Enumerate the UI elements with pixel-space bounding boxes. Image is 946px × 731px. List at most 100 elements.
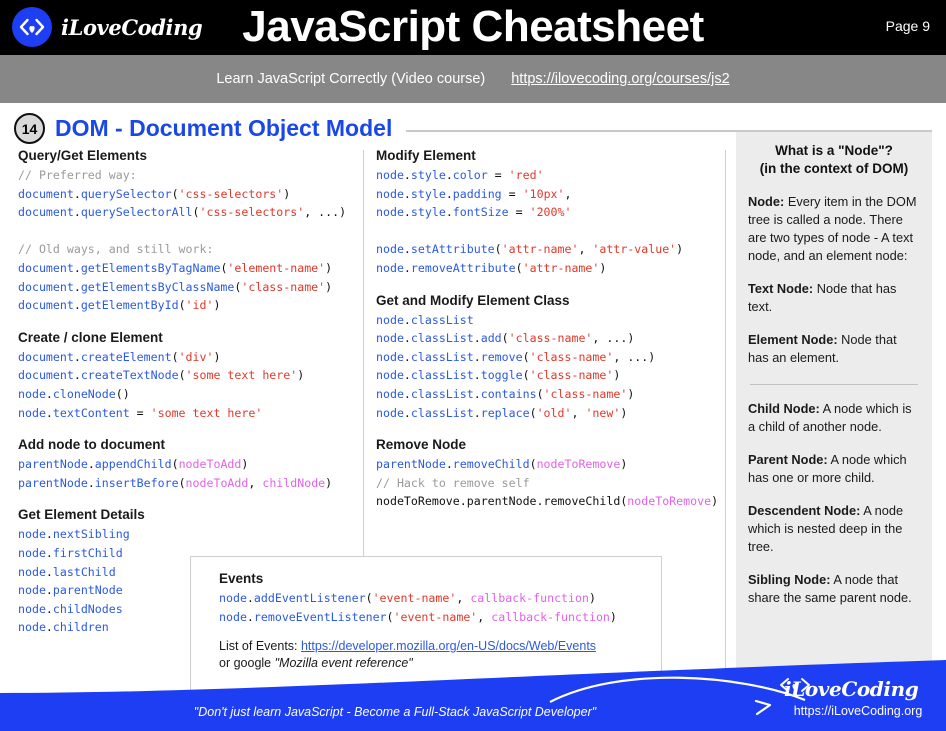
- code-token: // Preferred way:: [18, 168, 137, 182]
- code-token: 'class-name': [544, 387, 628, 401]
- code-token: style: [411, 205, 446, 219]
- code-line: document.getElementsByTagName('element-n…: [18, 259, 358, 278]
- code-group: Query/Get Elements // Preferred way: docum…: [18, 148, 358, 315]
- code-token: 'event-name': [373, 591, 457, 605]
- group-heading: Remove Node: [376, 437, 726, 452]
- events-code-block: node.addEventListener('event-name', call…: [219, 589, 661, 626]
- code-line: parentNode.insertBefore(nodeToAdd, child…: [18, 474, 358, 493]
- code-line: // Preferred way:: [18, 166, 358, 185]
- sidebar-entry-term: Element Node:: [748, 332, 838, 347]
- sidebar-entry-list: Node: Every item in the DOM tree is call…: [748, 193, 920, 607]
- code-token: document: [18, 205, 74, 219]
- code-token: '10px': [523, 187, 565, 201]
- code-token: 'class-name': [241, 280, 325, 294]
- code-token: .: [74, 298, 81, 312]
- code-token: .: [74, 280, 81, 294]
- code-token: , ...): [613, 350, 655, 364]
- code-token: (: [172, 187, 179, 201]
- footer-brand-logo: iLoveCoding: [778, 677, 918, 701]
- code-token: 'attr-name': [523, 261, 600, 275]
- mozilla-events-link[interactable]: https://developer.mozilla.org/en-US/docs…: [301, 639, 596, 653]
- sidebar-entry-term: Child Node:: [748, 401, 820, 416]
- sidebar-entry: Element Node: Node that has an element.: [748, 331, 920, 367]
- page-number: Page 9: [886, 18, 930, 34]
- code-token: (: [193, 205, 200, 219]
- code-token: removeChild: [453, 457, 530, 471]
- code-line: node.classList.contains('class-name'): [376, 385, 726, 404]
- sidebar-title-line2: (in the context of DOM): [748, 160, 920, 178]
- sidebar-entry-term: Parent Node:: [748, 452, 828, 467]
- code-token: .: [474, 368, 481, 382]
- code-token: =: [502, 187, 523, 201]
- code-token: .: [46, 602, 53, 616]
- code-block: // Preferred way:document.querySelector(…: [18, 166, 358, 315]
- code-token: .: [474, 331, 481, 345]
- code-block: parentNode.removeChild(nodeToRemove) // H…: [376, 455, 726, 511]
- code-token: childNodes: [53, 602, 123, 616]
- code-token: .: [74, 350, 81, 364]
- code-token: .: [404, 205, 411, 219]
- sidebar-entry: Sibling Node: A node that share the same…: [748, 571, 920, 607]
- code-token: .: [474, 387, 481, 401]
- events-list-label: List of Events:: [219, 639, 301, 653]
- events-heading: Events: [219, 571, 661, 586]
- code-token: .: [446, 457, 453, 471]
- code-token: contains: [481, 387, 537, 401]
- code-token: .: [74, 205, 81, 219]
- code-token: 'class-name': [509, 331, 593, 345]
- code-group: Create / clone Elementdocument.createEle…: [18, 330, 358, 422]
- sidebar-entry: Descendent Node: A node which is nested …: [748, 502, 920, 556]
- code-token: node: [18, 620, 46, 634]
- code-token: ): [620, 406, 627, 420]
- code-token: ,: [456, 591, 470, 605]
- code-token: 'attr-value': [592, 242, 676, 256]
- code-token: ): [610, 610, 617, 624]
- sidebar-entry: Parent Node: A node which has one or mor…: [748, 451, 920, 487]
- code-token: ): [711, 494, 718, 508]
- code-token: ): [325, 476, 332, 490]
- code-token: getElementsByClassName: [81, 280, 235, 294]
- code-token: node: [219, 610, 247, 624]
- code-token: 'class-name': [530, 350, 614, 364]
- code-line: node.style.fontSize = '200%': [376, 203, 726, 222]
- code-block: node.style.color = 'red'node.style.paddi…: [376, 166, 726, 278]
- footer-url: https://iLoveCoding.org: [778, 704, 938, 718]
- code-token: ): [213, 350, 220, 364]
- course-link[interactable]: https://ilovecoding.org/courses/js2: [511, 71, 729, 87]
- code-token: // Hack to remove self: [376, 476, 530, 490]
- code-token: appendChild: [95, 457, 172, 471]
- code-token: parentNode: [18, 457, 88, 471]
- code-token: ): [589, 591, 596, 605]
- middle-column: Modify Element node.style.color = 'red'no…: [376, 148, 726, 526]
- code-line: node.textContent = 'some text here': [18, 404, 358, 423]
- code-token: querySelectorAll: [81, 205, 193, 219]
- sidebar-entry: Text Node: Node that has text.: [748, 280, 920, 316]
- code-token: addEventListener: [254, 591, 366, 605]
- code-token: .: [404, 261, 411, 275]
- code-token: getElementById: [81, 298, 179, 312]
- code-token: node: [18, 583, 46, 597]
- code-token: style: [411, 187, 446, 201]
- code-token: removeAttribute: [411, 261, 516, 275]
- code-token: 'class-name': [530, 368, 614, 382]
- code-token: parentNode: [18, 476, 88, 490]
- code-line: parentNode.removeChild(nodeToRemove): [376, 455, 726, 474]
- code-token: node: [376, 261, 404, 275]
- code-token: ,: [578, 242, 592, 256]
- code-token: (: [537, 387, 544, 401]
- node-definition-sidebar: What is a "Node"? (in the context of DOM…: [736, 132, 932, 684]
- group-heading: Query/Get Elements: [18, 148, 358, 163]
- code-line: node.classList.remove('class-name', ...): [376, 348, 726, 367]
- code-token: node: [376, 168, 404, 182]
- code-token: 'some text here': [186, 368, 298, 382]
- code-token: nodeToRemove.parentNode.removeChild: [376, 494, 620, 508]
- code-token: .: [46, 583, 53, 597]
- header-bar: iLoveCoding JavaScript Cheatsheet Page 9: [0, 0, 946, 55]
- code-token: (: [179, 476, 186, 490]
- code-token: node: [18, 387, 46, 401]
- group-heading: Modify Element: [376, 148, 726, 163]
- code-token: node: [376, 350, 404, 364]
- code-token: cloneNode: [53, 387, 116, 401]
- code-token: classList: [411, 387, 474, 401]
- code-group: Remove Node parentNode.removeChild(nodeTo…: [376, 437, 726, 511]
